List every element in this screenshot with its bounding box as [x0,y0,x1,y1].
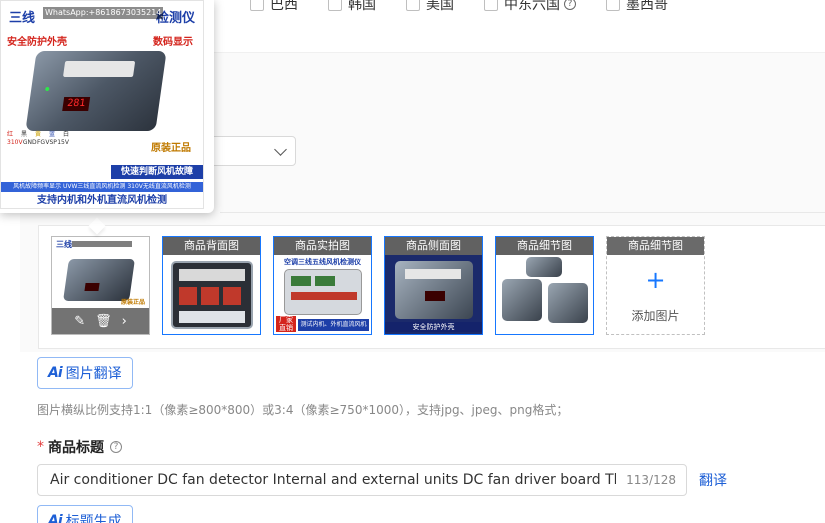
image-thumbnail-list: 三线 原装正品 ✎ 🗑 › 商品背面图 商品实拍图 空调三线五线风机检测仪 厂家… [51,236,705,335]
legend-item: GND [22,139,37,146]
thumbnail-image: 空调三线五线风机检测仪 厂家直销 测试内机、外机直流风机 [274,255,371,334]
thumbnail-image: 安全防护外壳 [385,255,482,334]
thumbnail-label: 商品细节图 [496,237,593,255]
checkbox-icon[interactable] [328,0,342,11]
edit-icon[interactable]: ✎ [74,314,85,329]
legend-item: 红 [7,131,14,138]
thumbnail-label: 商品侧面图 [385,237,482,255]
preview-banner: 风机故障频率显示 UVW三线直流风机检测 310V无线直流风机检测 [1,182,203,192]
add-image-button[interactable]: 商品细节图 + 添加图片 [606,236,705,335]
country-label: 巴西 [270,0,298,13]
thumbnail-label: 商品细节图 [607,237,704,255]
product-title-label: 商品标题 [48,440,104,456]
country-checkbox-brazil[interactable]: 巴西 [250,0,298,14]
country-label: 中东六国 [504,0,560,13]
country-checkbox-usa[interactable]: 美国 [406,0,454,14]
chevron-right-icon[interactable]: › [122,314,127,329]
button-label: 图片翻译 [65,366,122,382]
legend-item: 蓝 [48,131,55,138]
button-label: 标题生成 [65,514,122,523]
divider [220,212,825,213]
required-marker: * [37,439,44,455]
legend-item: 15V [57,139,69,146]
checkbox-icon[interactable] [606,0,620,11]
image-format-hint: 图片横纵比例支持1:1（像素≥800*800）或3:4（像素≥750*1000）… [37,403,569,417]
product-title-input[interactable]: Air conditioner DC fan detector Internal… [37,464,687,496]
thumbnail-image [496,255,593,334]
character-counter: 113/128 [626,473,676,487]
preview-feature: 安全防护外壳 [7,37,67,48]
thumbnail-caption: 安全防护外壳 [385,322,482,332]
legend-item: 310V [7,139,23,146]
thumbnail-image [163,255,260,334]
led-display: 281 [62,97,91,111]
question-icon[interactable]: ? [564,0,576,10]
preview-banner: 快速判断风机故障 [111,165,203,179]
country-checkbox-mexico[interactable]: 墨西哥 [606,0,668,14]
thumbnail-label: 商品实拍图 [274,237,371,255]
legend-item: 白 [62,131,69,138]
plus-icon: + [645,266,666,294]
country-label: 韩国 [348,0,376,13]
legend-item: 黄 [34,131,41,138]
checkbox-icon[interactable] [406,0,420,11]
chevron-down-icon [274,143,287,156]
checkbox-icon[interactable] [250,0,264,11]
trash-icon[interactable]: 🗑 [95,314,112,329]
legend-item: VSP [45,139,57,146]
legend-item: FG [36,139,46,146]
ai-icon: Ai [48,365,63,381]
country-label: 墨西哥 [626,0,668,13]
country-checkbox-row: 巴西 韩国 美国 中东六国? 墨西哥 [250,0,698,14]
thumbnail-operations: ✎ 🗑 › [52,308,149,334]
preview-tag: 原装正品 [151,143,191,154]
preview-footer: 支持内机和外机直流风机检测 [1,193,203,208]
watermark-text: WhatsApp:+8618673035214 [43,7,163,19]
preview-image: 三线 检测仪 WhatsApp:+8618673035214 安全防护外壳 数码… [0,0,204,209]
thumbnail-detail-view[interactable]: 商品细节图 [495,236,594,335]
thumbnail-main[interactable]: 三线 原装正品 ✎ 🗑 › [51,236,150,335]
add-image-label: 添加图片 [631,309,680,323]
thumbnail-caption: 空调三线五线风机检测仪 [284,258,361,266]
legend-item: 黑 [20,131,27,138]
ai-icon: Ai [48,513,63,523]
country-checkbox-middle-east[interactable]: 中东六国? [484,0,576,14]
product-title-value: Air conditioner DC fan detector Internal… [50,472,616,488]
device-illustration: 281 [25,51,167,131]
thumbnail-tag: 测试内机、外机直流风机 [298,319,369,331]
title-generate-button[interactable]: Ai 标题生成 [37,505,133,523]
translate-link[interactable]: 翻译 [699,470,727,490]
thumbnail-back-view[interactable]: 商品背面图 [162,236,261,335]
question-icon[interactable]: ? [110,441,122,453]
country-label: 美国 [426,0,454,13]
preview-title: 三线 [9,11,36,26]
thumbnail-tag: 厂家直销 [276,316,296,332]
image-preview-popup: 三线 检测仪 WhatsApp:+8618673035214 安全防护外壳 数码… [0,0,214,213]
image-translate-button[interactable]: Ai 图片翻译 [37,357,133,389]
product-edit-page: 巴西 韩国 美国 中东六国? 墨西哥 三线 原装正品 ✎ 🗑 › 商品背面图 商… [0,0,825,523]
product-title-label-row: * 商品标题 ? [37,437,122,457]
country-checkbox-korea[interactable]: 韩国 [328,0,376,14]
thumbnail-label: 商品背面图 [163,237,260,255]
thumbnail-side-view[interactable]: 商品侧面图 安全防护外壳 [384,236,483,335]
thumbnail-real-photo[interactable]: 商品实拍图 空调三线五线风机检测仪 厂家直销 测试内机、外机直流风机 [273,236,372,335]
preview-feature: 数码显示 [153,37,193,48]
wire-legend: 红 黑 黄 蓝 白 310V GND FG VSP 15V [7,131,69,163]
checkbox-icon[interactable] [484,0,498,11]
